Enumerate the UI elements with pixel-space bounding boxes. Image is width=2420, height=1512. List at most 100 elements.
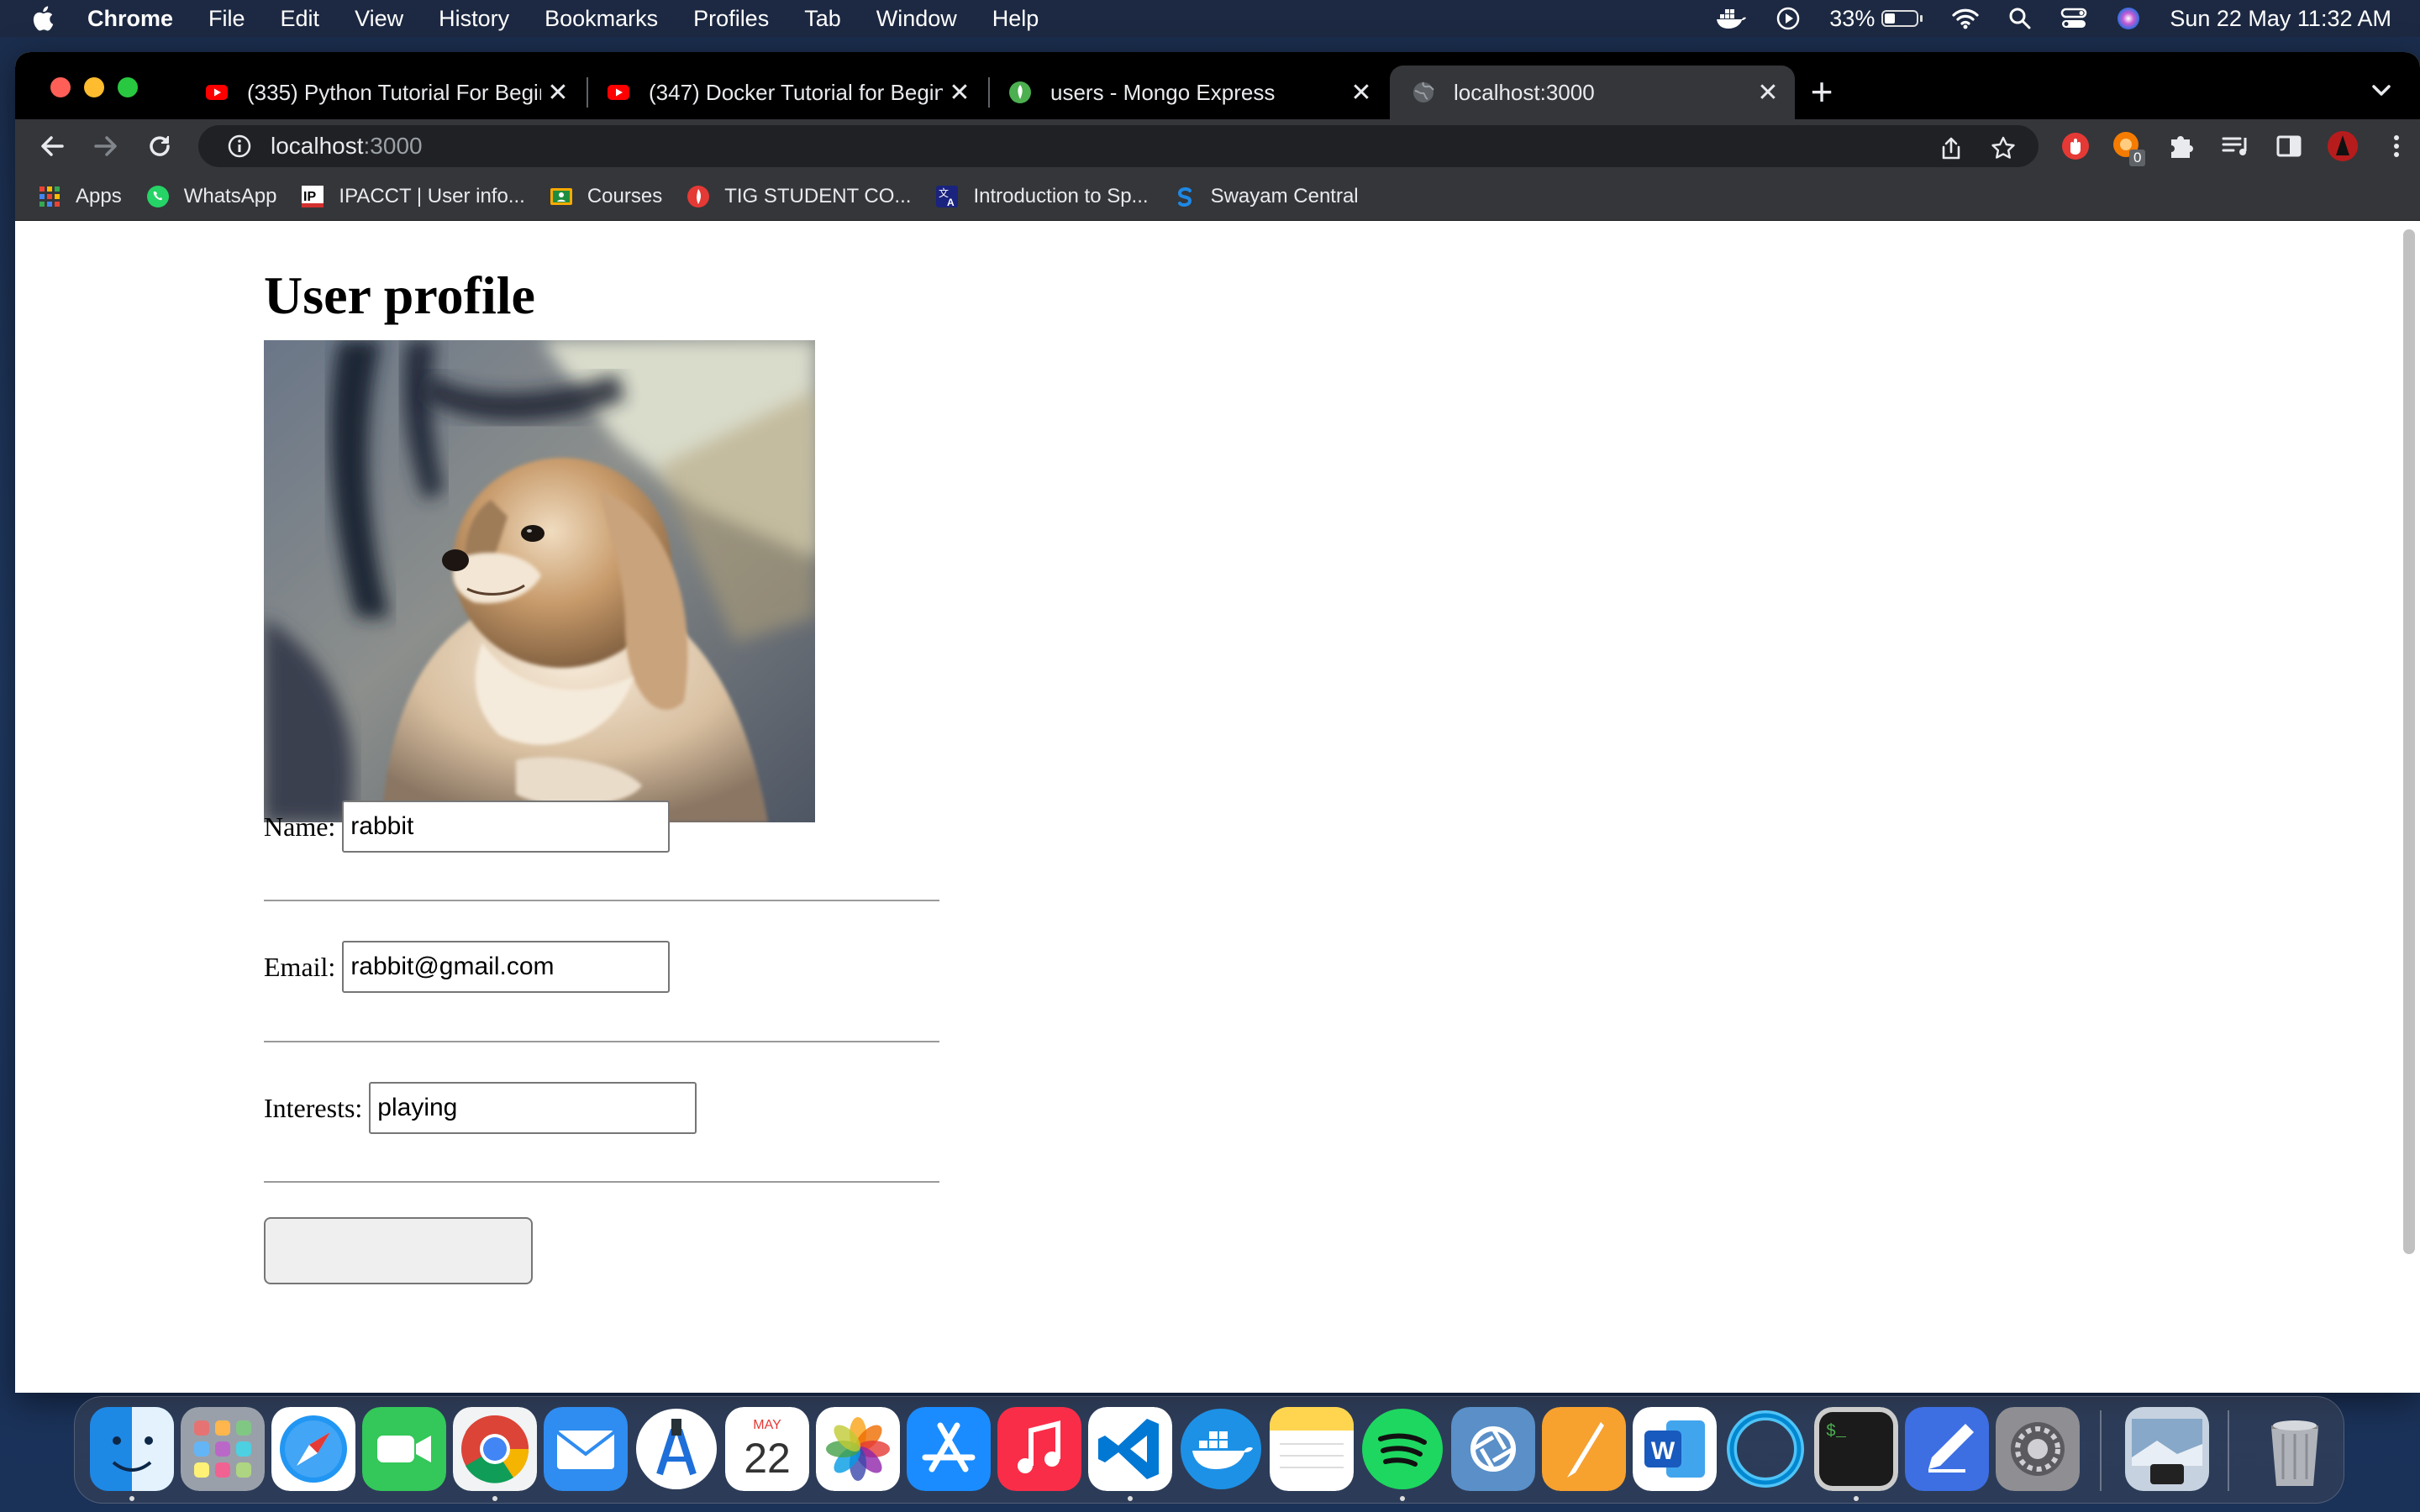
extensions-puzzle-icon[interactable] bbox=[2163, 128, 2200, 165]
facetime-icon[interactable] bbox=[362, 1407, 446, 1491]
menu-window[interactable]: Window bbox=[876, 6, 957, 32]
share-icon[interactable] bbox=[1938, 135, 1965, 162]
site-info-icon[interactable] bbox=[227, 134, 252, 159]
word-icon[interactable]: W bbox=[1633, 1407, 1717, 1491]
app-store-icon[interactable] bbox=[907, 1407, 991, 1491]
wifi-icon[interactable] bbox=[1951, 7, 1980, 30]
chrome-window: (335) Python Tutorial For Beginners ✕ (3… bbox=[15, 52, 2420, 1393]
tab-title: localhost:3000 bbox=[1454, 79, 1595, 105]
close-tab-icon[interactable]: ✕ bbox=[1344, 78, 1378, 108]
tab-mongo-express[interactable]: users - Mongo Express ✕ bbox=[986, 66, 1388, 119]
reload-icon[interactable] bbox=[143, 129, 176, 163]
menu-bar: Chrome File Edit View History Bookmarks … bbox=[0, 0, 2420, 37]
bookmark-label: Apps bbox=[76, 185, 122, 207]
close-tab-icon[interactable]: ✕ bbox=[1751, 78, 1785, 108]
safari-icon[interactable] bbox=[271, 1407, 355, 1491]
menu-tab[interactable]: Tab bbox=[804, 6, 841, 32]
page-scrollbar[interactable] bbox=[2403, 229, 2415, 1254]
calendar-day: 22 bbox=[744, 1435, 791, 1482]
zoom-window-button[interactable] bbox=[118, 77, 138, 97]
adblock-hand-icon[interactable] bbox=[2057, 128, 2094, 165]
siri-icon[interactable] bbox=[2116, 6, 2141, 31]
xcode-instruments-icon[interactable] bbox=[634, 1407, 718, 1491]
profile-avatar[interactable] bbox=[2324, 128, 2361, 165]
screenshot-icon[interactable] bbox=[1451, 1407, 1535, 1491]
bookmark-introduction[interactable]: 文A Introduction to Sp... bbox=[934, 184, 1149, 209]
cortana-ring-icon[interactable] bbox=[1723, 1407, 1807, 1491]
close-tab-icon[interactable]: ✕ bbox=[541, 78, 575, 108]
translate-icon: 文A bbox=[936, 186, 959, 208]
finder-icon[interactable] bbox=[90, 1407, 174, 1491]
sketch-pencil-icon[interactable] bbox=[1905, 1407, 1989, 1491]
preview-icon[interactable] bbox=[2125, 1407, 2209, 1491]
music-icon[interactable] bbox=[997, 1407, 1081, 1491]
tab-docker-tutorial[interactable]: (347) Docker Tutorial for Beginners ✕ bbox=[585, 66, 986, 119]
bookmark-star-icon[interactable] bbox=[1990, 135, 2017, 162]
notes-icon[interactable] bbox=[1270, 1407, 1354, 1491]
pages-icon[interactable] bbox=[1542, 1407, 1626, 1491]
bookmark-whatsapp[interactable]: WhatsApp bbox=[145, 184, 276, 209]
page-viewport[interactable]: User profile Name: rabbit Email: rabbit@… bbox=[15, 221, 2420, 1393]
menu-view[interactable]: View bbox=[355, 6, 403, 32]
bookmark-apps[interactable]: Apps bbox=[37, 184, 122, 209]
chrome-icon[interactable] bbox=[453, 1407, 537, 1491]
play-status-icon[interactable] bbox=[1776, 6, 1801, 31]
submit-button[interactable] bbox=[264, 1217, 533, 1284]
menu-history[interactable]: History bbox=[439, 6, 509, 32]
docker-icon[interactable] bbox=[1179, 1407, 1263, 1491]
launchpad-icon[interactable] bbox=[181, 1407, 265, 1491]
photos-icon[interactable] bbox=[816, 1407, 900, 1491]
battery-icon bbox=[1881, 10, 1919, 27]
email-input[interactable] bbox=[342, 941, 671, 993]
extension-with-badge[interactable]: 0 bbox=[2109, 128, 2151, 170]
mongo-leaf-icon bbox=[1009, 81, 1031, 103]
terminal-prompt: $_ bbox=[1826, 1422, 1847, 1441]
terminal-icon[interactable]: $_ bbox=[1814, 1407, 1898, 1491]
tab-title: (335) Python Tutorial For Beginners bbox=[247, 79, 541, 105]
spotlight-search-icon[interactable] bbox=[2008, 7, 2032, 30]
chrome-menu-kebab-icon[interactable] bbox=[2378, 128, 2415, 165]
back-arrow-icon[interactable] bbox=[35, 129, 69, 163]
tab-python-tutorial[interactable]: (335) Python Tutorial For Beginners ✕ bbox=[183, 66, 585, 119]
menu-help[interactable]: Help bbox=[992, 6, 1039, 32]
apple-logo-icon[interactable] bbox=[30, 4, 59, 33]
menu-edit[interactable]: Edit bbox=[281, 6, 320, 32]
system-preferences-icon[interactable] bbox=[1996, 1407, 2080, 1491]
dog-photo-image bbox=[264, 340, 815, 822]
tab-title: users - Mongo Express bbox=[1050, 79, 1276, 105]
divider bbox=[264, 900, 939, 901]
trash-icon[interactable] bbox=[2253, 1407, 2337, 1491]
mail-icon[interactable] bbox=[544, 1407, 628, 1491]
name-input[interactable] bbox=[342, 801, 671, 853]
address-bar[interactable]: localhost:3000 bbox=[198, 125, 2039, 167]
minimize-window-button[interactable] bbox=[84, 77, 104, 97]
side-panel-icon[interactable] bbox=[2270, 128, 2307, 165]
control-center-icon[interactable] bbox=[2060, 7, 2087, 30]
bookmark-ipacct[interactable]: IP IPACCT | User info... bbox=[300, 184, 525, 209]
bookmark-label: TIG STUDENT CO... bbox=[724, 185, 912, 207]
spotify-icon[interactable] bbox=[1360, 1407, 1444, 1491]
bookmark-label: Introduction to Sp... bbox=[973, 185, 1149, 207]
bookmark-tig-student[interactable]: TIG STUDENT CO... bbox=[686, 184, 911, 209]
bookmarks-bar: Apps WhatsApp IP IPACCT | User info... C… bbox=[15, 173, 2420, 221]
menu-file[interactable]: File bbox=[208, 6, 245, 32]
forward-arrow-icon[interactable] bbox=[89, 129, 123, 163]
calendar-icon[interactable]: MAY 22 bbox=[725, 1407, 809, 1491]
vscode-icon[interactable] bbox=[1088, 1407, 1172, 1491]
media-control-icon[interactable] bbox=[2217, 128, 2254, 165]
menu-app-name[interactable]: Chrome bbox=[87, 6, 173, 32]
tab-search-chevron-icon[interactable] bbox=[2365, 74, 2398, 108]
bookmark-courses[interactable]: Courses bbox=[549, 184, 662, 209]
menu-bookmarks[interactable]: Bookmarks bbox=[544, 6, 658, 32]
bookmark-swayam[interactable]: Swayam Central bbox=[1172, 184, 1359, 209]
menu-profiles[interactable]: Profiles bbox=[693, 6, 769, 32]
menu-clock[interactable]: Sun 22 May 11:32 AM bbox=[2170, 6, 2391, 32]
new-tab-button[interactable]: + bbox=[1802, 72, 1842, 113]
docker-status-icon[interactable] bbox=[1715, 6, 1747, 31]
close-tab-icon[interactable]: ✕ bbox=[943, 78, 976, 108]
battery-indicator[interactable]: 33% bbox=[1829, 6, 1923, 32]
url-port: :3000 bbox=[363, 133, 423, 159]
tab-localhost-active[interactable]: localhost:3000 ✕ bbox=[1390, 66, 1795, 119]
interests-input[interactable] bbox=[369, 1082, 697, 1134]
close-window-button[interactable] bbox=[50, 77, 71, 97]
